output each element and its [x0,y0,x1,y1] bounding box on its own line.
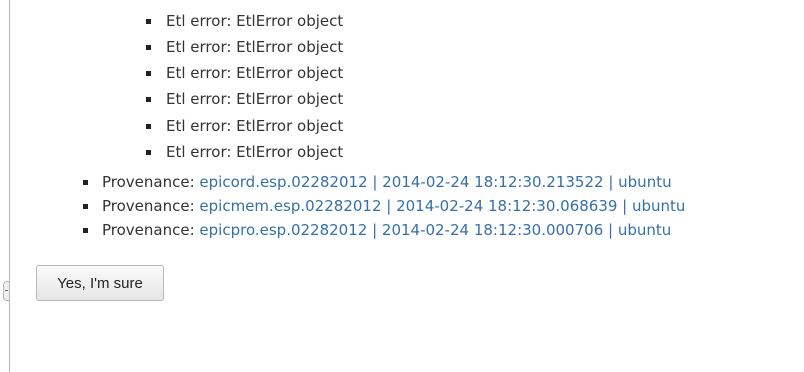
square-bullet-icon [146,45,151,50]
etl-error-list: Etl error: EtlError object Etl error: Et… [146,11,343,168]
square-bullet-icon [83,180,88,185]
provenance-link-epicpro[interactable]: epicpro.esp.02282012 | 2014-02-24 18:12:… [199,221,671,239]
etl-error-text: Etl error: EtlError object [166,143,344,161]
etl-error-text: Etl error: EtlError object [166,117,344,135]
etl-error-text: Etl error: EtlError object [166,38,344,56]
confirm-yes-button[interactable]: Yes, I'm sure [36,265,164,301]
provenance-label: Provenance: [102,221,195,239]
list-item: Provenance: epicpro.esp.02282012 | 2014-… [83,220,685,244]
square-bullet-icon [146,71,151,76]
provenance-list: Provenance: epicord.esp.02282012 | 2014-… [83,172,685,244]
list-item: Etl error: EtlError object [146,89,343,116]
square-bullet-icon [146,97,151,102]
square-bullet-icon [83,204,88,209]
square-bullet-icon [83,228,88,233]
etl-error-text: Etl error: EtlError object [166,90,344,108]
provenance-link-epicord[interactable]: epicord.esp.02282012 | 2014-02-24 18:12:… [199,173,671,191]
square-bullet-icon [146,150,151,155]
square-bullet-icon [146,124,151,129]
list-item: Etl error: EtlError object [146,37,343,63]
collapse-handle-icon[interactable] [3,281,10,301]
provenance-link-epicmem[interactable]: epicmem.esp.02282012 | 2014-02-24 18:12:… [199,197,685,215]
provenance-label: Provenance: [102,173,195,191]
list-item: Etl error: EtlError object [146,142,343,168]
list-item: Etl error: EtlError object [146,63,343,89]
collapse-handle-mark [5,290,8,291]
left-border-line [9,0,10,372]
list-item: Etl error: EtlError object [146,11,343,37]
square-bullet-icon [146,19,151,24]
provenance-label: Provenance: [102,197,195,215]
list-item: Etl error: EtlError object [146,116,343,142]
list-item: Provenance: epicmem.esp.02282012 | 2014-… [83,196,685,220]
list-item: Provenance: epicord.esp.02282012 | 2014-… [83,172,685,196]
etl-error-text: Etl error: EtlError object [166,64,344,82]
etl-error-text: Etl error: EtlError object [166,12,344,30]
